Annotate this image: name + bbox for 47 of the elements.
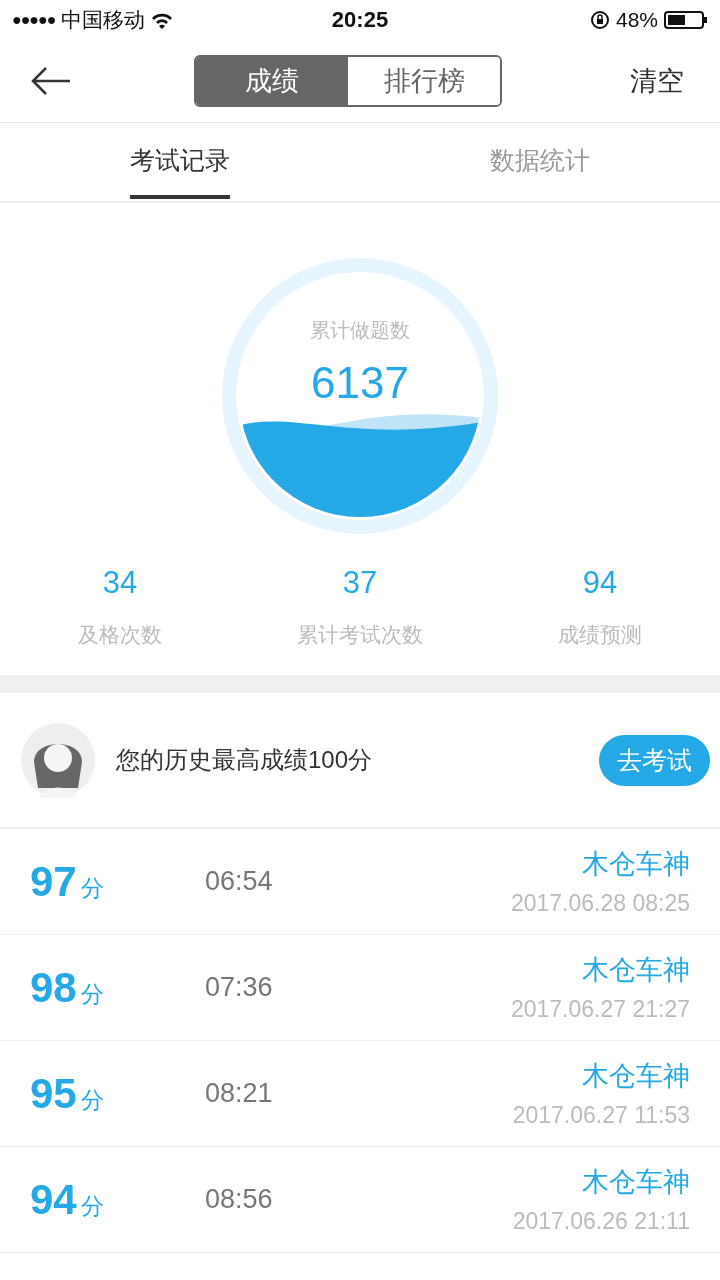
stat-value: 34 xyxy=(102,565,138,601)
signal-dots: ●●●●● xyxy=(12,11,56,29)
exam-mode: 木仓车神 xyxy=(582,1060,690,1093)
record-row[interactable]: 98 分 07:36 木仓车神 2017.06.27 21:27 xyxy=(0,935,720,1041)
score-unit: 分 xyxy=(80,1085,104,1115)
stat-label: 及格次数 xyxy=(78,622,162,648)
record-row[interactable]: 97 分 06:54 木仓车神 2017.06.28 08:25 xyxy=(0,829,720,935)
stat-label: 成绩预测 xyxy=(558,622,642,648)
stat-label: 累计考试次数 xyxy=(297,622,423,648)
best-score-text: 您的历史最高成绩100分 xyxy=(116,745,374,775)
exam-mode: 木仓车神 xyxy=(582,848,690,881)
score-value: 94 xyxy=(30,1175,77,1224)
exam-date: 2017.06.28 08:25 xyxy=(510,890,690,917)
gauge-value: 6137 xyxy=(311,358,409,408)
score-unit: 分 xyxy=(80,1191,104,1221)
exam-date: 2017.06.27 11:53 xyxy=(512,1102,690,1129)
avatar-icon xyxy=(20,722,96,798)
battery-icon xyxy=(664,10,708,30)
clear-button[interactable]: 清空 xyxy=(624,62,690,100)
score-value: 95 xyxy=(30,1069,77,1118)
wifi-icon xyxy=(151,11,174,29)
rotation-lock-icon xyxy=(589,10,610,30)
carrier-name: 中国移动 xyxy=(61,7,146,33)
stat-value: 37 xyxy=(342,565,378,601)
record-row[interactable]: 94分 08:56 木仓车神 2017.06.26 21:11 xyxy=(0,1147,720,1253)
score-value: 98 xyxy=(30,963,77,1012)
exam-mode: 木仓车神 xyxy=(582,1166,690,1199)
tab[interactable]: 考试记录 xyxy=(0,123,360,201)
battery-percent: 48% xyxy=(615,8,658,32)
score-unit: 分 xyxy=(80,873,104,903)
exam-duration: 08:21 xyxy=(205,1078,274,1109)
tab[interactable]: 数据统计 xyxy=(360,123,720,201)
score-value: 97 xyxy=(30,857,77,906)
exam-duration: 08:56 xyxy=(205,1184,274,1215)
take-exam-button[interactable]: 去考试 xyxy=(599,734,710,786)
record-row[interactable]: 95 分 08:21 木仓车神 2017.06.27 11:53 xyxy=(0,1041,720,1147)
stat-value: 94 xyxy=(582,565,618,601)
exam-duration: 06:54 xyxy=(205,866,274,897)
segment-tab[interactable]: 成绩 xyxy=(196,57,348,105)
score-unit: 分 xyxy=(80,979,104,1009)
exam-date: 2017.06.26 21:11 xyxy=(512,1208,690,1235)
back-arrow-icon[interactable] xyxy=(30,66,72,96)
clock-time: 20:25 xyxy=(331,7,389,33)
exam-mode: 木仓车神 xyxy=(582,954,690,987)
exam-duration: 07:36 xyxy=(205,972,274,1003)
exam-date: 2017.06.27 21:27 xyxy=(510,996,690,1023)
gauge-caption: 累计做题数 xyxy=(310,318,410,343)
